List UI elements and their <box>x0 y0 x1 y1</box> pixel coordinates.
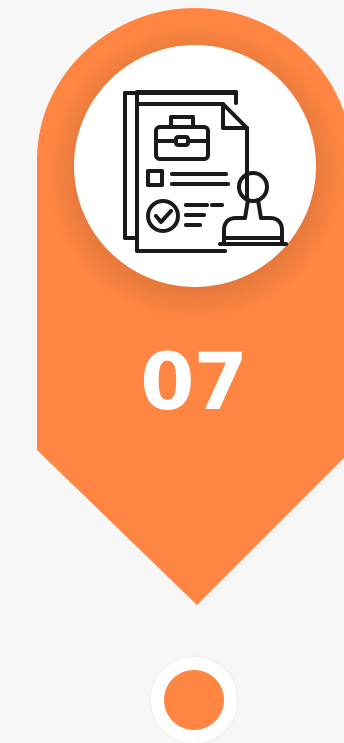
step-number: 07 <box>140 338 248 428</box>
timeline-dot <box>164 670 224 730</box>
step-card: 07 <box>0 0 344 743</box>
timeline-dot-ring <box>151 657 237 743</box>
